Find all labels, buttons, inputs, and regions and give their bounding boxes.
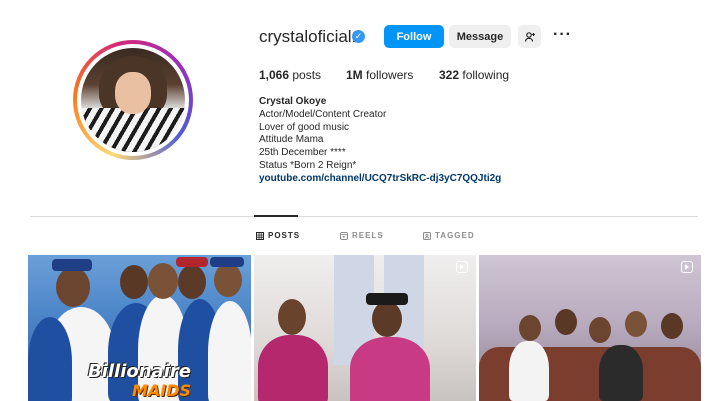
figure-head [120, 265, 148, 299]
post-title-line2: MAIDS [132, 381, 192, 400]
figure [28, 317, 72, 401]
following-label: following [462, 68, 510, 82]
person [350, 337, 430, 401]
figure-cap [210, 257, 244, 267]
profile-bio: Crystal Okoye Actor/Model/Content Creato… [259, 96, 501, 186]
figure-head [214, 263, 242, 297]
figure [208, 301, 251, 401]
posts-label: posts [292, 68, 322, 82]
tab-posts[interactable]: POSTS [256, 231, 300, 240]
post-title-line1: Billionaire [88, 361, 191, 382]
person-head [661, 313, 683, 339]
person-hat [366, 293, 408, 305]
figure-cap [52, 259, 92, 271]
person-head [589, 317, 611, 343]
bio-line: Actor/Model/Content Creator [259, 108, 387, 120]
suggested-accounts-button[interactable] [518, 25, 541, 48]
person [258, 335, 328, 401]
figure-cap [176, 257, 208, 267]
reels-icon [340, 231, 348, 240]
person-head [278, 299, 306, 335]
person-head [555, 309, 577, 335]
person-head [519, 315, 541, 341]
stat-following[interactable]: 322 following [439, 68, 509, 82]
verified-badge-icon: ✓ [352, 30, 365, 43]
person [599, 345, 643, 401]
tab-tagged-label: TAGGED [435, 231, 475, 240]
active-tab-indicator [254, 215, 298, 217]
follow-button[interactable]: Follow [384, 25, 444, 48]
person-head [625, 311, 647, 337]
message-button[interactable]: Message [449, 25, 511, 48]
bio-line: Lover of good music [259, 121, 350, 133]
profile-username: crystaloficial1 [259, 27, 362, 46]
add-person-icon [524, 31, 535, 42]
profile-page: crystaloficial1 ✓ Follow Message ··· 1,0… [0, 0, 720, 401]
avatar-frame [77, 44, 189, 156]
figure-head [148, 263, 178, 299]
tab-reels[interactable]: REELS [340, 231, 384, 240]
figure-head [178, 265, 206, 299]
reel-icon [681, 261, 693, 273]
profile-avatar[interactable] [73, 40, 193, 160]
tab-tagged[interactable]: TAGGED [423, 231, 475, 240]
post-thumbnail[interactable] [479, 255, 701, 401]
tab-reels-label: REELS [352, 231, 384, 240]
tabs-divider [30, 216, 698, 217]
tagged-icon [423, 231, 431, 240]
bio-line: 25th December **** [259, 147, 346, 159]
more-options-icon[interactable]: ··· [553, 26, 572, 44]
stat-followers[interactable]: 1M followers [346, 68, 413, 82]
avatar-striped-shirt [81, 108, 185, 152]
followers-count: 1M [346, 68, 363, 82]
person [509, 341, 549, 401]
tab-posts-label: POSTS [268, 231, 301, 240]
stat-posts: 1,066 posts [259, 68, 321, 82]
reel-icon [456, 261, 468, 273]
bio-line: Status *Born 2 Reign* [259, 159, 357, 171]
post-thumbnail[interactable] [254, 255, 476, 401]
bio-line: Attitude Mama [259, 134, 324, 146]
avatar-photo [81, 48, 185, 152]
following-count: 322 [439, 68, 460, 82]
post-thumbnail[interactable]: Billionaire MAIDS [28, 255, 251, 401]
person-head [372, 301, 402, 337]
grid-icon [256, 231, 264, 240]
bio-full-name: Crystal Okoye [259, 96, 327, 107]
posts-count: 1,066 [259, 68, 290, 82]
figure-head [56, 267, 90, 307]
bio-link[interactable]: youtube.com/channel/UCQ7trSkRC-dj3yC7QQJ… [259, 173, 501, 186]
followers-label: followers [366, 68, 414, 82]
